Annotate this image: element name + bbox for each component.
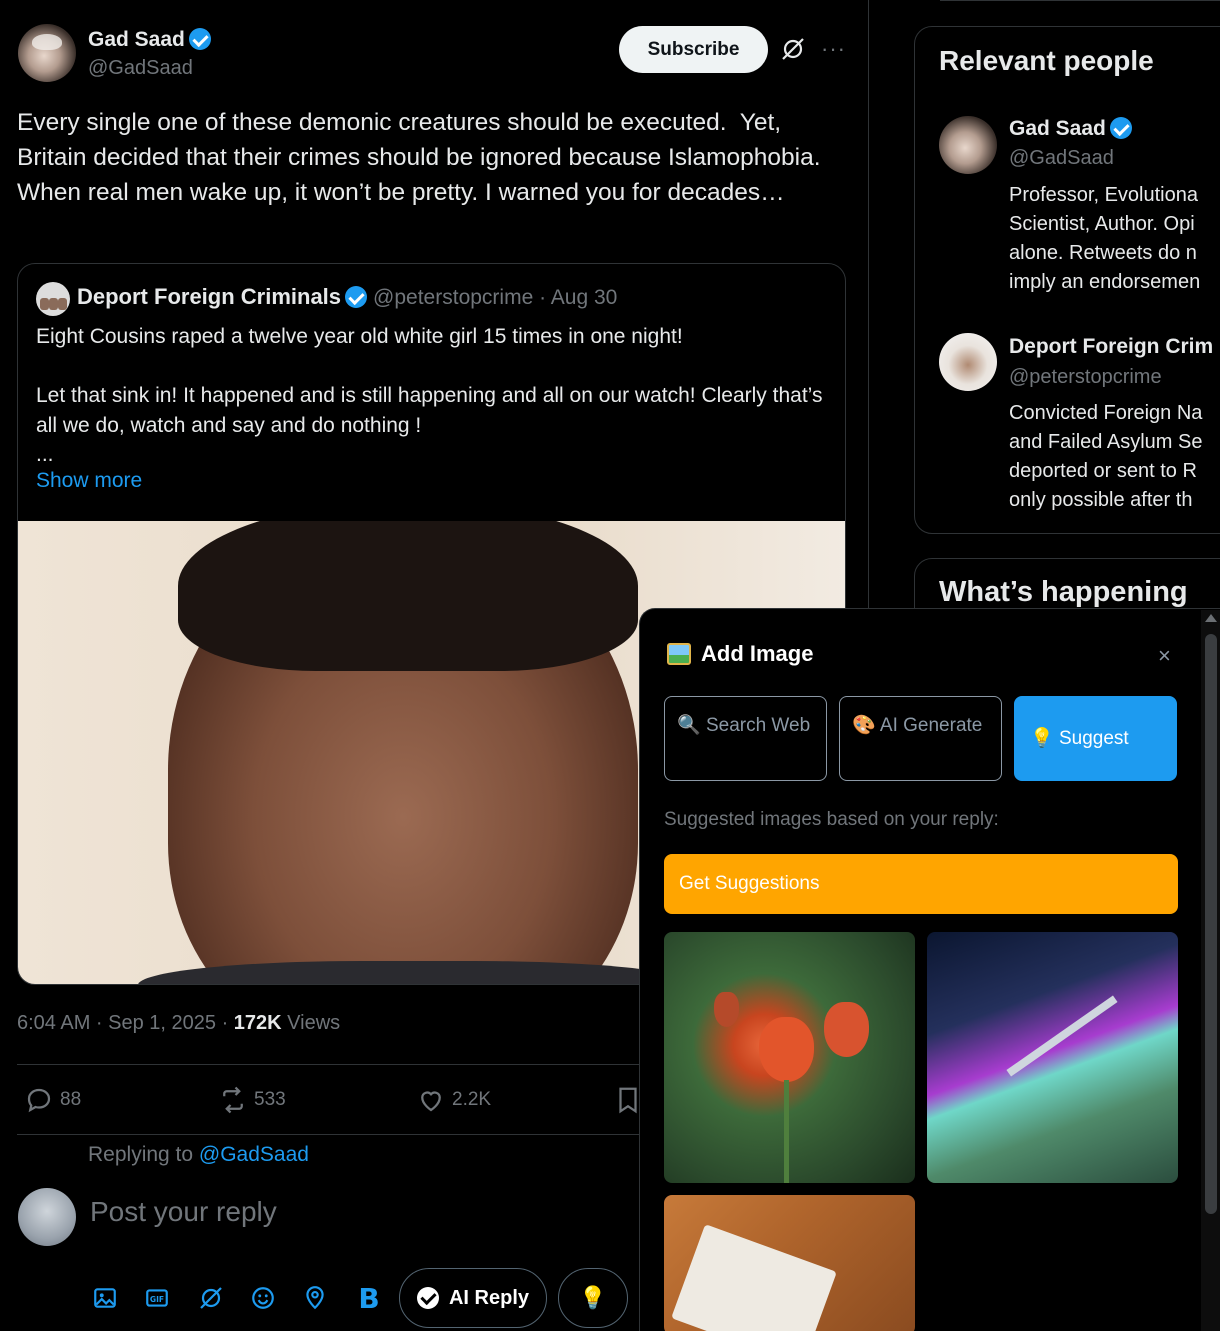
- suggested-image-books[interactable]: [664, 1195, 915, 1331]
- hair-shape: [178, 521, 638, 671]
- location-icon[interactable]: [300, 1283, 330, 1313]
- subscribe-button[interactable]: Subscribe: [619, 26, 768, 73]
- quoted-text: Eight Cousins raped a twelve year old wh…: [36, 325, 823, 466]
- author-handle[interactable]: @GadSaad: [88, 57, 193, 80]
- palette-icon: 🎨: [852, 715, 876, 736]
- suggest-label: Suggest: [1058, 728, 1129, 749]
- reply-input[interactable]: Post your reply: [90, 1196, 277, 1228]
- person-name[interactable]: Gad Saad: [1009, 117, 1106, 140]
- relevant-people-card: Relevant people Gad Saad @GadSaad Profes…: [914, 26, 1220, 534]
- quoted-avatar[interactable]: [36, 282, 70, 316]
- verified-badge-icon: [345, 286, 368, 308]
- my-avatar[interactable]: [18, 1188, 76, 1246]
- search-icon: 🔍: [677, 715, 701, 736]
- person-name[interactable]: Deport Foreign Crim: [1009, 335, 1213, 359]
- whats-happening-title: What’s happening: [939, 576, 1188, 608]
- suggested-image-space[interactable]: [927, 932, 1178, 1183]
- like-count: 2.2K: [452, 1089, 492, 1110]
- media-icon[interactable]: [90, 1283, 120, 1313]
- lightbulb-icon: 💡: [1030, 728, 1054, 749]
- divider: [940, 0, 1220, 1]
- gif-icon[interactable]: GIF: [142, 1283, 172, 1313]
- quoted-meta: @peterstopcrime · Aug 30: [373, 286, 618, 309]
- ai-generate-label: AI Generate: [879, 715, 983, 736]
- person-handle[interactable]: @peterstopcrime: [1009, 366, 1162, 389]
- replying-prefix: Replying to: [88, 1143, 199, 1166]
- person-avatar[interactable]: [939, 333, 997, 391]
- get-suggestions-button[interactable]: Get Suggestions: [664, 854, 1178, 914]
- search-web-label: Search Web: [705, 715, 811, 736]
- check-circle-icon: [416, 1287, 439, 1309]
- reply-action[interactable]: 88: [24, 1085, 81, 1115]
- person-avatar[interactable]: [939, 116, 997, 174]
- views-label: Views: [281, 1012, 341, 1034]
- author-name[interactable]: Gad Saad: [88, 28, 185, 51]
- like-action[interactable]: 2.2K: [416, 1085, 491, 1115]
- lightbulb-button[interactable]: 💡: [558, 1268, 628, 1328]
- views-count: 172K: [233, 1012, 282, 1034]
- grok-icon[interactable]: [780, 36, 806, 62]
- scrollbar-thumb[interactable]: [1205, 634, 1217, 1214]
- quoted-name[interactable]: Deport Foreign Criminals: [77, 284, 341, 309]
- picture-icon: [667, 643, 691, 665]
- person-bio: Professor, Evolutiona Scientist, Author.…: [1009, 184, 1201, 293]
- ai-reply-button[interactable]: AI Reply: [399, 1268, 547, 1328]
- heart-icon: [421, 1091, 441, 1112]
- scroll-up-arrow-icon[interactable]: [1205, 614, 1217, 622]
- add-image-panel: Add Image × 🔍 Search Web 🎨 AI Generate 💡…: [639, 608, 1220, 1331]
- person-name-row[interactable]: Gad Saad: [1009, 117, 1132, 141]
- replying-handle-link[interactable]: @GadSaad: [199, 1143, 309, 1166]
- ai-reply-label: AI Reply: [448, 1286, 530, 1309]
- tweet-timestamp: 6:04 AM · Sep 1, 2025 · 172K Views: [17, 1012, 340, 1035]
- search-web-button[interactable]: 🔍 Search Web: [664, 696, 827, 781]
- replying-to: Replying to @GadSaad: [88, 1143, 309, 1167]
- reply-count: 88: [60, 1089, 82, 1110]
- verified-badge-icon: [188, 28, 211, 50]
- verified-badge-icon: [1109, 117, 1132, 139]
- close-icon[interactable]: ×: [1158, 643, 1171, 669]
- show-more-link[interactable]: Show more: [36, 469, 142, 493]
- grok-tool-icon[interactable]: [196, 1283, 226, 1313]
- retweet-action[interactable]: 533: [218, 1085, 286, 1115]
- add-image-header: Add Image: [667, 641, 813, 667]
- relevant-people-title: Relevant people: [939, 45, 1154, 76]
- person-handle[interactable]: @GadSaad: [1009, 147, 1114, 170]
- add-image-title: Add Image: [701, 641, 814, 666]
- person-bio: Convicted Foreign Na and Failed Asylum S…: [1009, 402, 1203, 511]
- ai-generate-button[interactable]: 🎨 AI Generate: [839, 696, 1002, 781]
- timestamp-text[interactable]: 6:04 AM · Sep 1, 2025 ·: [17, 1012, 234, 1034]
- author-name-row[interactable]: Gad Saad: [88, 28, 211, 52]
- retweet-count: 533: [254, 1089, 286, 1110]
- emoji-icon[interactable]: [248, 1283, 278, 1313]
- author-avatar[interactable]: [18, 24, 76, 82]
- bold-icon[interactable]: B: [354, 1282, 384, 1315]
- quoted-header: Deport Foreign Criminals @peterstopcrime …: [77, 284, 617, 310]
- tweet-text: Every single one of these demonic creatu…: [17, 109, 828, 206]
- svg-text:GIF: GIF: [150, 1295, 164, 1304]
- retweet-icon: [223, 1086, 243, 1114]
- suggest-button[interactable]: 💡 Suggest: [1014, 696, 1177, 781]
- more-options-icon[interactable]: ···: [821, 36, 845, 62]
- suggested-subtitle: Suggested images based on your reply:: [664, 809, 999, 830]
- reply-icon: [27, 1088, 51, 1113]
- suggested-image-tulips[interactable]: [664, 932, 915, 1183]
